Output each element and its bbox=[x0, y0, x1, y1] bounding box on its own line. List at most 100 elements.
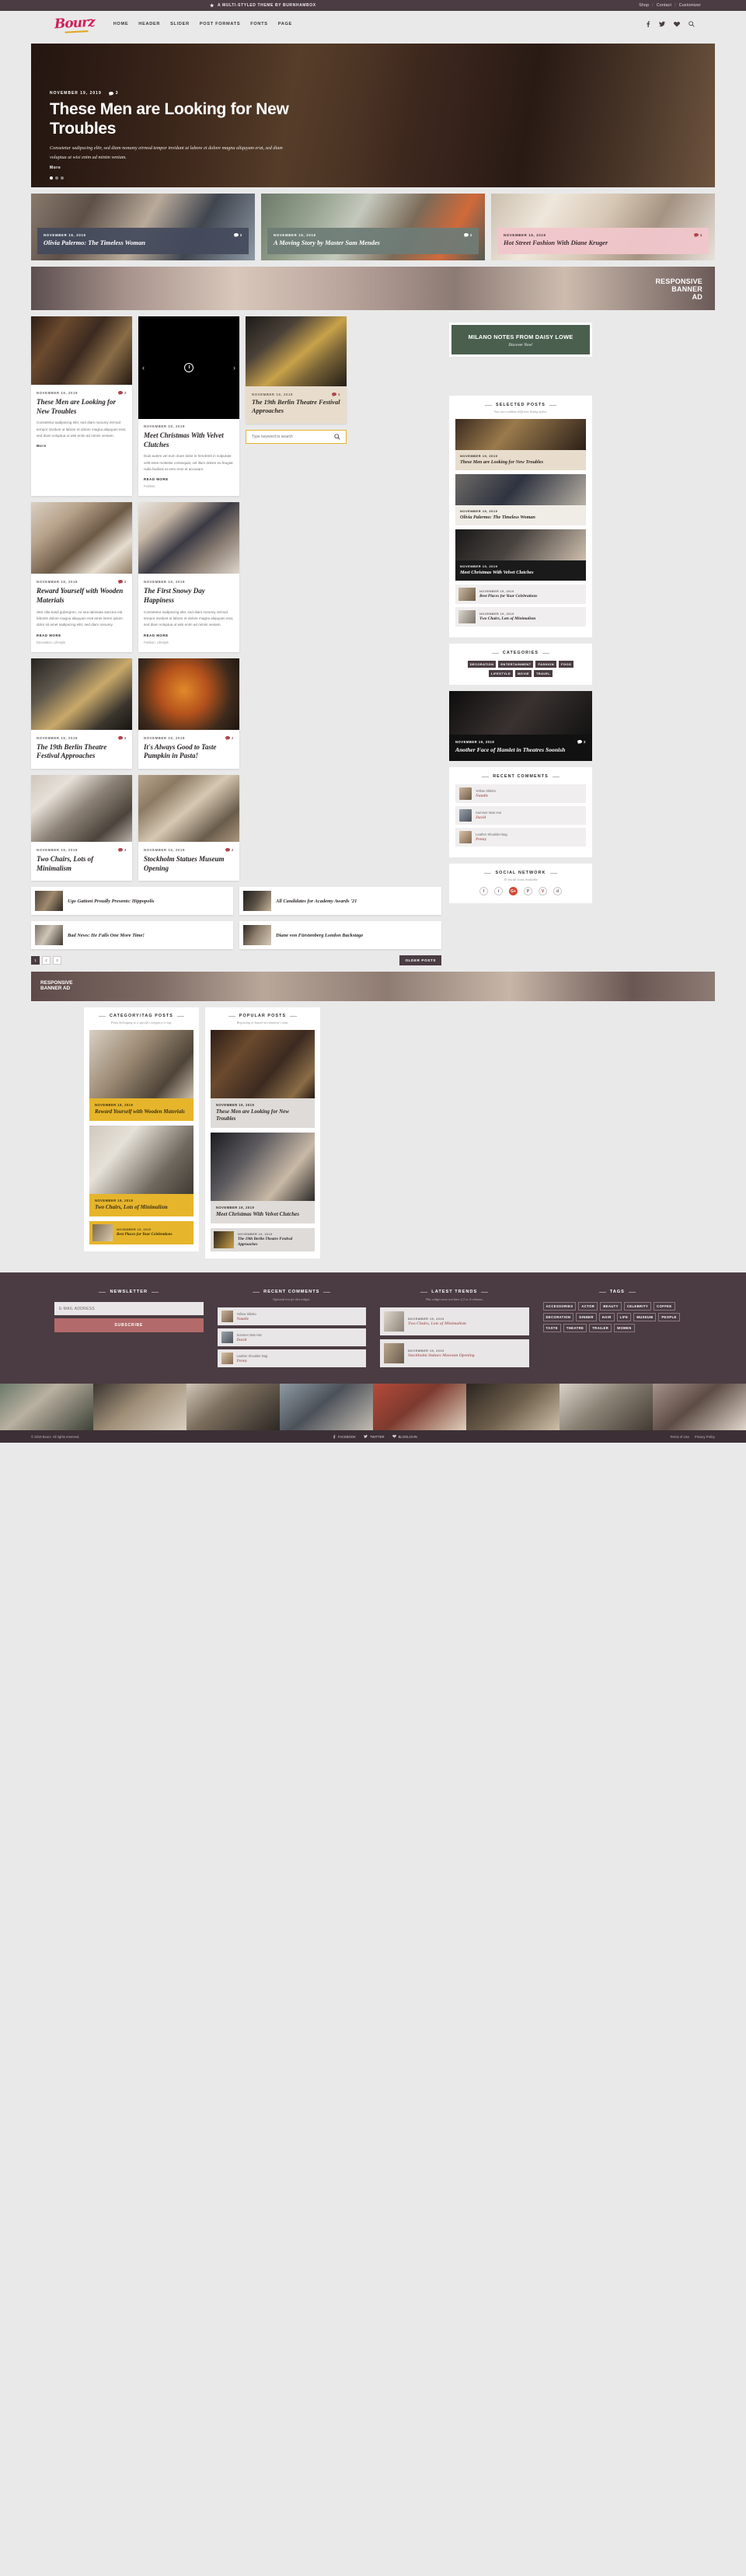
footer-facebook-link[interactable]: FACEBOOK bbox=[333, 1435, 356, 1439]
bottom-post-title[interactable]: These Men are Looking for New Troubles bbox=[216, 1108, 309, 1122]
slider-dot-2[interactable] bbox=[55, 176, 58, 180]
category-tag[interactable]: ENTERTAINMENT bbox=[498, 661, 534, 668]
responsive-banner-ad[interactable]: RESPONSIVE BANNER AD bbox=[31, 267, 715, 310]
search-widget[interactable] bbox=[246, 429, 347, 444]
post-card[interactable]: NOVEMBER 19, 2019 2 Stockholm Statues Mu… bbox=[138, 775, 239, 881]
featured-card-title[interactable]: Hot Street Fashion With Diane Kruger bbox=[504, 239, 702, 248]
post-categories[interactable]: Decoration, Lifestyle bbox=[37, 641, 127, 644]
promo-widget[interactable]: MILANO NOTES FROM DAISY LOWE Discover No… bbox=[449, 323, 592, 358]
vimeo-icon[interactable]: V bbox=[539, 887, 547, 896]
selected-post-thumbnail[interactable] bbox=[458, 588, 476, 602]
footer-comment-item[interactable]: Yellow Stiletto Natalie bbox=[217, 1307, 366, 1326]
post-carousel[interactable]: ‹ › bbox=[138, 316, 239, 419]
comment-author[interactable]: David bbox=[476, 815, 501, 820]
post-card[interactable]: NOVEMBER 19, 2019 2 Reward Yourself with… bbox=[31, 502, 132, 652]
mini-post[interactable]: Bad News: He Falls One More Time! bbox=[31, 921, 233, 950]
post-categories[interactable]: Fashion bbox=[144, 484, 234, 488]
post-read-more[interactable]: READ MORE bbox=[37, 634, 127, 637]
footer-tag[interactable]: HAIR bbox=[598, 1313, 615, 1322]
bloglovin-heart-icon[interactable] bbox=[674, 21, 680, 27]
side-featured-title[interactable]: The 19th Berlin Theatre Festival Approac… bbox=[252, 399, 340, 416]
post-thumbnail[interactable] bbox=[138, 775, 239, 842]
footer-tag[interactable]: TASTE bbox=[542, 1324, 561, 1333]
instagram-photo[interactable] bbox=[0, 1384, 93, 1431]
dribbble-icon[interactable]: d bbox=[553, 887, 562, 896]
bottom-post-thumbnail[interactable] bbox=[214, 1231, 234, 1249]
facebook-icon[interactable]: f bbox=[479, 887, 488, 896]
bottom-post-title[interactable]: Reward Yourself with Wooden Materials bbox=[95, 1108, 188, 1115]
selected-post-small[interactable]: NOVEMBER 19, 2019 Best Places for Your C… bbox=[455, 585, 586, 605]
bottom-post-title[interactable]: Meet Christmas With Velvet Clutches bbox=[216, 1211, 309, 1218]
twitter-icon[interactable]: t bbox=[494, 887, 503, 896]
post-card[interactable]: NOVEMBER 19, 2019 3 These Men are Lookin… bbox=[31, 316, 132, 497]
nav-item-page[interactable]: PAGE bbox=[278, 22, 292, 26]
footer-tag[interactable]: WOMEN bbox=[614, 1324, 635, 1333]
selected-post-hero[interactable]: NOVEMBER 19, 2019 Meet Christmas With Ve… bbox=[455, 529, 586, 581]
hero-slider-dots[interactable] bbox=[50, 176, 64, 180]
footer-tag[interactable]: DECORATION bbox=[542, 1313, 574, 1322]
hero-more-link[interactable]: More bbox=[50, 166, 306, 170]
comment-author[interactable]: Penny bbox=[237, 1359, 268, 1363]
post-card[interactable]: NOVEMBER 19, 2019 3 Two Chairs, Lots of … bbox=[31, 775, 132, 881]
post-title[interactable]: Meet Christmas With Velvet Clutches bbox=[144, 431, 234, 449]
footer-tag[interactable]: CELEBRITY bbox=[623, 1302, 652, 1311]
dark-feature-widget[interactable]: NOVEMBER 19, 2019 2 Another Face of Haml… bbox=[449, 691, 592, 762]
topbar-link-shop[interactable]: Shop bbox=[639, 3, 649, 8]
post-title[interactable]: Two Chairs, Lots of Minimalism bbox=[37, 855, 127, 873]
selected-post-thumbnail[interactable] bbox=[458, 610, 476, 624]
selected-post-thumbnail[interactable] bbox=[455, 474, 586, 506]
topbar-link-customizer[interactable]: Customizer bbox=[679, 3, 701, 8]
comment-item[interactable]: Yellow Stiletto Natalie bbox=[455, 784, 586, 804]
footer-trend-item[interactable]: NOVEMBER 19, 2019 Two Chairs, Lots of Mi… bbox=[380, 1307, 529, 1336]
dark-feature-title[interactable]: Another Face of Hamlet in Theatres Sooni… bbox=[455, 746, 586, 754]
post-categories[interactable]: Fashion, Lifestyle bbox=[144, 641, 234, 644]
featured-card[interactable]: NOVEMBER 19, 2019 2 A Moving Story by Ma… bbox=[261, 194, 485, 260]
post-title[interactable]: Stockholm Statues Museum Opening bbox=[144, 855, 234, 873]
post-read-more[interactable]: READ MORE bbox=[144, 477, 234, 481]
category-tag[interactable]: FOOD bbox=[559, 661, 574, 668]
post-read-more[interactable]: READ MORE bbox=[144, 634, 234, 637]
selected-post-title[interactable]: Best Places for Your Celebrations bbox=[479, 594, 537, 599]
bottom-post-small[interactable]: NOVEMBER 19, 2019 The 19th Berlin Theatr… bbox=[211, 1228, 315, 1252]
post-thumbnail[interactable] bbox=[31, 316, 132, 385]
bottom-post-title[interactable]: The 19th Berlin Theatre Festival Approac… bbox=[238, 1237, 312, 1247]
search-input[interactable] bbox=[252, 434, 334, 439]
responsive-banner-ad-2[interactable]: RESPONSIVE BANNER AD bbox=[31, 972, 715, 1002]
post-card[interactable]: NOVEMBER 19, 2019 2 It's Always Good to … bbox=[138, 658, 239, 769]
pinterest-icon[interactable]: P bbox=[524, 887, 532, 896]
twitter-icon[interactable] bbox=[659, 21, 665, 27]
bottom-post-thumbnail[interactable] bbox=[92, 1224, 113, 1242]
instagram-photo[interactable] bbox=[466, 1384, 560, 1431]
bottom-post-thumbnail[interactable] bbox=[211, 1030, 315, 1099]
comment-item[interactable]: Summer Man Hat David bbox=[455, 806, 586, 826]
bottom-post[interactable]: NOVEMBER 19, 2019 Two Chairs, Lots of Mi… bbox=[89, 1126, 193, 1217]
subscribe-button[interactable]: SUBSCRIBE bbox=[54, 1318, 204, 1333]
page-button-3[interactable]: 3 bbox=[53, 956, 61, 965]
comment-author[interactable]: Penny bbox=[476, 837, 507, 842]
hero-slider[interactable]: NOVEMBER 19, 2019 3 These Men are Lookin… bbox=[31, 44, 715, 187]
slider-dot-1[interactable] bbox=[50, 176, 53, 180]
newsletter-email-input[interactable]: E-MAIL ADDRESS bbox=[54, 1302, 204, 1316]
footer-comment-item[interactable]: Leather Shoulder Bag Penny bbox=[217, 1349, 366, 1368]
footer-tag[interactable]: ACTOR bbox=[578, 1302, 598, 1311]
featured-card-title[interactable]: Olivia Palermo: The Timeless Woman bbox=[44, 239, 242, 248]
footer-tag[interactable]: LIFE bbox=[616, 1313, 632, 1322]
category-tag[interactable]: DECORATION bbox=[467, 661, 497, 668]
side-featured-card[interactable]: NOVEMBER 19, 2019 3 The 19th Berlin Thea… bbox=[246, 316, 347, 424]
instagram-photo[interactable] bbox=[186, 1384, 280, 1431]
google-plus-icon[interactable]: G+ bbox=[509, 887, 518, 896]
trend-title[interactable]: Two Chairs, Lots of Minimalism bbox=[408, 1321, 466, 1327]
mini-post[interactable]: All Candidates for Academy Awards '21 bbox=[239, 887, 441, 916]
site-logo[interactable]: Bourz bbox=[54, 15, 95, 33]
footer-tag[interactable]: TRAILER bbox=[589, 1324, 612, 1333]
instagram-photo[interactable] bbox=[280, 1384, 373, 1431]
carousel-prev-icon[interactable]: ‹ bbox=[142, 364, 145, 372]
category-tag[interactable]: TRAVEL bbox=[533, 670, 553, 678]
post-thumbnail[interactable] bbox=[138, 502, 239, 574]
post-thumbnail[interactable] bbox=[31, 502, 132, 574]
nav-item-fonts[interactable]: FONTS bbox=[250, 22, 267, 26]
terms-of-use-link[interactable]: Terms of Use bbox=[670, 1435, 689, 1439]
selected-post-title[interactable]: Two Chairs, Lots of Minimalism bbox=[479, 616, 535, 622]
mini-post-thumbnail[interactable] bbox=[243, 925, 271, 946]
mini-post[interactable]: Ugo Gattoni Proudly Presents: Hippopolis bbox=[31, 887, 233, 916]
